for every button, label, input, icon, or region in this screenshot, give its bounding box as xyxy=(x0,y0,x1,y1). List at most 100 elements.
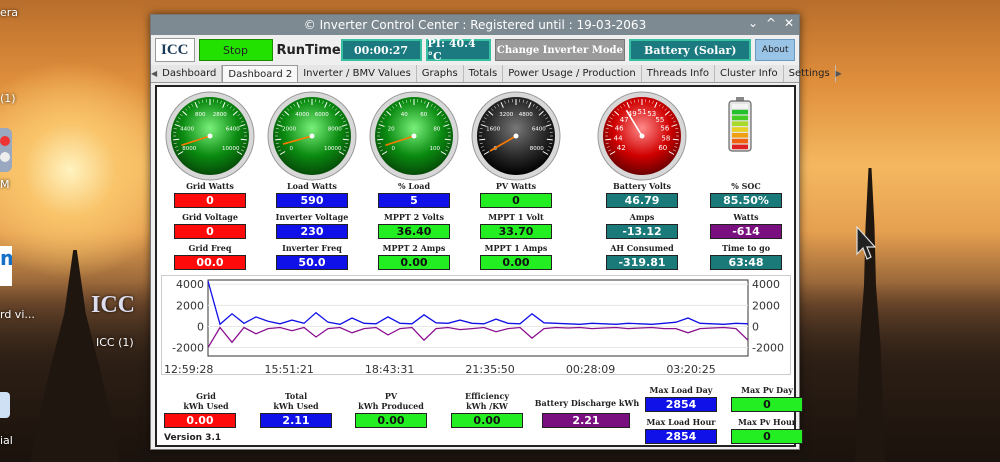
load-percent-gauge-tick-label: 80 xyxy=(433,127,440,133)
pv-watts-label: PV Watts xyxy=(495,181,537,191)
max-pv-hour-label: Max Pv Hour xyxy=(738,417,796,427)
watts-label: Watts xyxy=(733,212,759,222)
mouse-cursor-icon xyxy=(856,226,876,260)
time-to-go-label: Time to go xyxy=(721,243,771,253)
battery-volts-gauge-tick-label: 47 xyxy=(620,116,629,124)
maximize-icon[interactable]: ^ xyxy=(763,16,779,30)
max-load-day-value: 2854 xyxy=(645,397,717,412)
amps-label: Amps xyxy=(629,212,655,222)
grid-freq-label: Grid Freq xyxy=(188,243,232,253)
desktop-label-partial[interactable]: M xyxy=(0,178,10,191)
power-history-plot: 4000 4000 2000 2000 0 0 -2000 -2000 12:59:28 15:5… xyxy=(164,278,784,376)
load-watts-gauge-tick-label: 4000 xyxy=(295,112,309,118)
max-load-hour-label: Max Load Hour xyxy=(646,417,716,427)
tab-totals[interactable]: Totals xyxy=(464,65,504,82)
title-bar[interactable]: © Inverter Control Center : Registered u… xyxy=(151,15,799,35)
load-percent-gauge-tick-label: 0 xyxy=(391,146,395,152)
battery-volts-gauge-tick-label: 51 xyxy=(638,108,647,116)
grid-voltage-value: 0 xyxy=(174,224,246,239)
mppt2-amps-value: 0.00 xyxy=(378,255,450,270)
y-right-tick-label: 0 xyxy=(752,320,759,333)
grid-kwh-used-value: 0.00 xyxy=(164,413,236,428)
about-button[interactable]: About xyxy=(755,39,795,61)
soc-percent-label: % SOC xyxy=(731,181,761,191)
x-tick-label: 18:43:31 xyxy=(365,363,414,376)
watts-value: -614 xyxy=(710,224,782,239)
close-icon[interactable]: ✕ xyxy=(781,16,797,30)
battery-discharge-value: 2.21 xyxy=(542,413,630,428)
desktop-label-partial[interactable]: ial xyxy=(0,434,13,447)
icc-desktop-icon[interactable]: ICC xyxy=(91,292,135,326)
battery-volts-gauge-hub xyxy=(639,133,645,139)
mppt2-volts-label: MPPT 2 Volts xyxy=(383,212,445,222)
battery-volts-gauge-tick xyxy=(672,138,679,141)
icc-window: © Inverter Control Center : Registered u… xyxy=(150,14,842,450)
x-tick-label: 00:28:09 xyxy=(566,363,615,376)
plot-area xyxy=(207,279,749,357)
pv-kwh-produced-value: 0.00 xyxy=(355,413,427,428)
tab-threads-info[interactable]: Threads Info xyxy=(642,65,716,82)
toggle-app-icon[interactable] xyxy=(0,128,12,172)
battery-volts-gauge-tick-label: 56 xyxy=(660,125,669,133)
icc-logo: ICC xyxy=(91,292,136,318)
tab-dashboard-2[interactable]: Dashboard 2 xyxy=(222,65,299,82)
inverter-freq-value: 50.0 xyxy=(276,255,348,270)
battery-volts-gauge-tick-label: 44 xyxy=(614,135,623,143)
change-inverter-mode-button[interactable]: Change Inverter Mode xyxy=(494,39,626,61)
grid-watts-gauge-tick xyxy=(173,138,180,141)
media-app-icon[interactable]: m xyxy=(0,246,12,286)
grid-watts-gauge: 800 2800 4400 6400 8000 10000 xyxy=(165,91,255,181)
mppt2-amps-label: MPPT 2 Amps xyxy=(382,243,446,253)
battery-bar xyxy=(732,144,748,150)
tab-graphs[interactable]: Graphs xyxy=(417,65,464,82)
tab-settings[interactable]: Settings xyxy=(784,65,836,82)
load-watts-gauge-tick-label: 2000 xyxy=(282,127,296,133)
inverter-voltage-value: 230 xyxy=(276,224,348,239)
load-percent-gauge-hub xyxy=(411,133,417,139)
tab-scroll-right-icon[interactable]: ▶ xyxy=(836,65,842,82)
max-load-hour-value: 2854 xyxy=(645,429,717,444)
power-history-chart[interactable]: 4000 4000 2000 2000 0 0 -2000 -2000 12:59:28 15:5… xyxy=(161,275,791,376)
stop-button[interactable]: Stop xyxy=(198,39,273,61)
desktop-label-partial[interactable]: (1) xyxy=(0,92,16,105)
total-kwh-used-value: 2.11 xyxy=(260,413,332,428)
amps-value: -13.12 xyxy=(606,224,678,239)
info-app-icon[interactable] xyxy=(0,392,10,418)
load-percent-gauge-tick-label: 40 xyxy=(401,112,408,118)
load-watts-gauge-tick xyxy=(275,138,282,141)
grid-freq-value: 00.0 xyxy=(174,255,246,270)
tab-cluster-info[interactable]: Cluster Info xyxy=(715,65,784,82)
ah-consumed-value: -319.81 xyxy=(606,255,678,270)
load-watts-gauge-tick-label: 8000 xyxy=(328,127,342,133)
icc-desktop-label[interactable]: ICC (1) xyxy=(96,336,134,349)
battery-volts-value: 46.79 xyxy=(606,193,678,208)
tab-inverter-bmv-values[interactable]: Inverter / BMV Values xyxy=(298,65,417,82)
efficiency-value: 0.00 xyxy=(451,413,523,428)
battery-bar xyxy=(732,133,748,138)
y-left-tick-label: 0 xyxy=(197,320,204,333)
grid-watts-gauge-tick xyxy=(240,138,247,141)
grid-watts-gauge-tick-label: 800 xyxy=(195,112,206,118)
mppt1-volt-label: MPPT 1 Volt xyxy=(488,212,544,222)
y-right-tick-label: 2000 xyxy=(752,299,780,312)
tab-dashboard[interactable]: Dashboard xyxy=(157,65,223,82)
load-watts-gauge-tick xyxy=(342,138,349,141)
y-left-tick-label: 4000 xyxy=(176,278,204,291)
y-right-tick-label: 4000 xyxy=(752,278,780,291)
load-percent-gauge-tick-label: 60 xyxy=(420,112,427,118)
max-pv-day-label: Max Pv Day xyxy=(741,385,793,395)
battery-volts-gauge-tick-label: 55 xyxy=(655,116,664,124)
pv-watts-gauge: 3200 48001600 64000 8000 xyxy=(471,91,561,181)
inverter-voltage-label: Inverter Voltage xyxy=(275,212,349,222)
battery-volts-label: Battery Volts xyxy=(612,181,672,191)
time-to-go-value: 63:48 xyxy=(710,255,782,270)
tab-power-usage-production[interactable]: Power Usage / Production xyxy=(503,65,642,82)
pv-watts-gauge-tick xyxy=(479,138,486,141)
y-left-tick-label: -2000 xyxy=(172,342,204,355)
load-watts-gauge-tick-label: 6000 xyxy=(315,112,329,118)
window-title: © Inverter Control Center : Registered u… xyxy=(303,18,647,32)
load-percent-gauge-tick xyxy=(377,138,384,141)
desktop-label-partial[interactable]: era xyxy=(0,6,18,19)
desktop-label-partial[interactable]: rd vi... xyxy=(0,308,35,321)
collapse-icon[interactable]: ⌄ xyxy=(745,16,761,30)
